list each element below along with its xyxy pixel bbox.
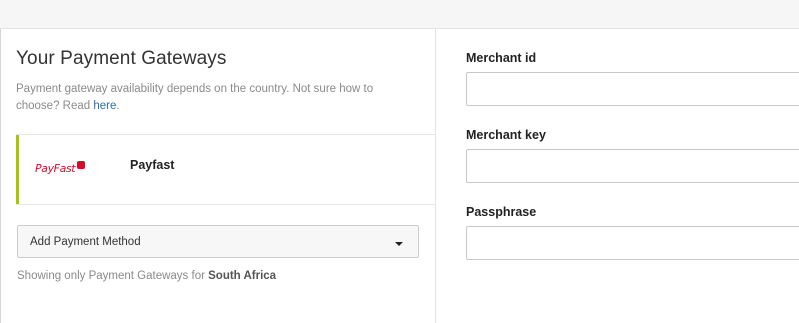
gateway-row-payfast[interactable]: PayFast Payfast bbox=[16, 135, 436, 204]
payfast-logo: PayFast bbox=[35, 160, 90, 176]
filter-country: South Africa bbox=[208, 270, 277, 282]
gateway-description: Payment gateway availability depends on … bbox=[16, 81, 406, 115]
gateway-settings-panel: Merchant id Merchant key Passphrase bbox=[436, 29, 799, 323]
payment-gateways-panel: Your Payment Gateways Payment gateway av… bbox=[1, 29, 436, 323]
passphrase-label: Passphrase bbox=[466, 205, 537, 219]
caret-down-icon bbox=[395, 242, 403, 246]
country-filter-note: Showing only Payment Gateways for South … bbox=[17, 270, 276, 282]
filter-prefix: Showing only Payment Gateways for bbox=[17, 270, 209, 282]
selected-accent bbox=[16, 135, 19, 204]
description-text: Payment gateway availability depends on … bbox=[16, 83, 374, 112]
add-payment-method-label: Add Payment Method bbox=[30, 236, 141, 248]
description-end: . bbox=[116, 100, 120, 112]
divider bbox=[16, 204, 436, 205]
passphrase-field[interactable] bbox=[466, 226, 799, 260]
add-payment-method-dropdown[interactable]: Add Payment Method bbox=[17, 225, 419, 258]
merchant-key-label: Merchant key bbox=[466, 128, 546, 142]
page-title: Your Payment Gateways bbox=[16, 48, 227, 69]
help-link[interactable]: here bbox=[93, 100, 116, 112]
payfast-logo-mark bbox=[77, 161, 86, 169]
merchant-id-field[interactable] bbox=[466, 72, 799, 106]
top-bar bbox=[0, 0, 799, 29]
merchant-key-field[interactable] bbox=[466, 149, 799, 183]
payfast-logo-text: PayFast bbox=[35, 161, 76, 175]
gateway-name: Payfast bbox=[130, 158, 175, 172]
merchant-id-label: Merchant id bbox=[466, 51, 537, 65]
